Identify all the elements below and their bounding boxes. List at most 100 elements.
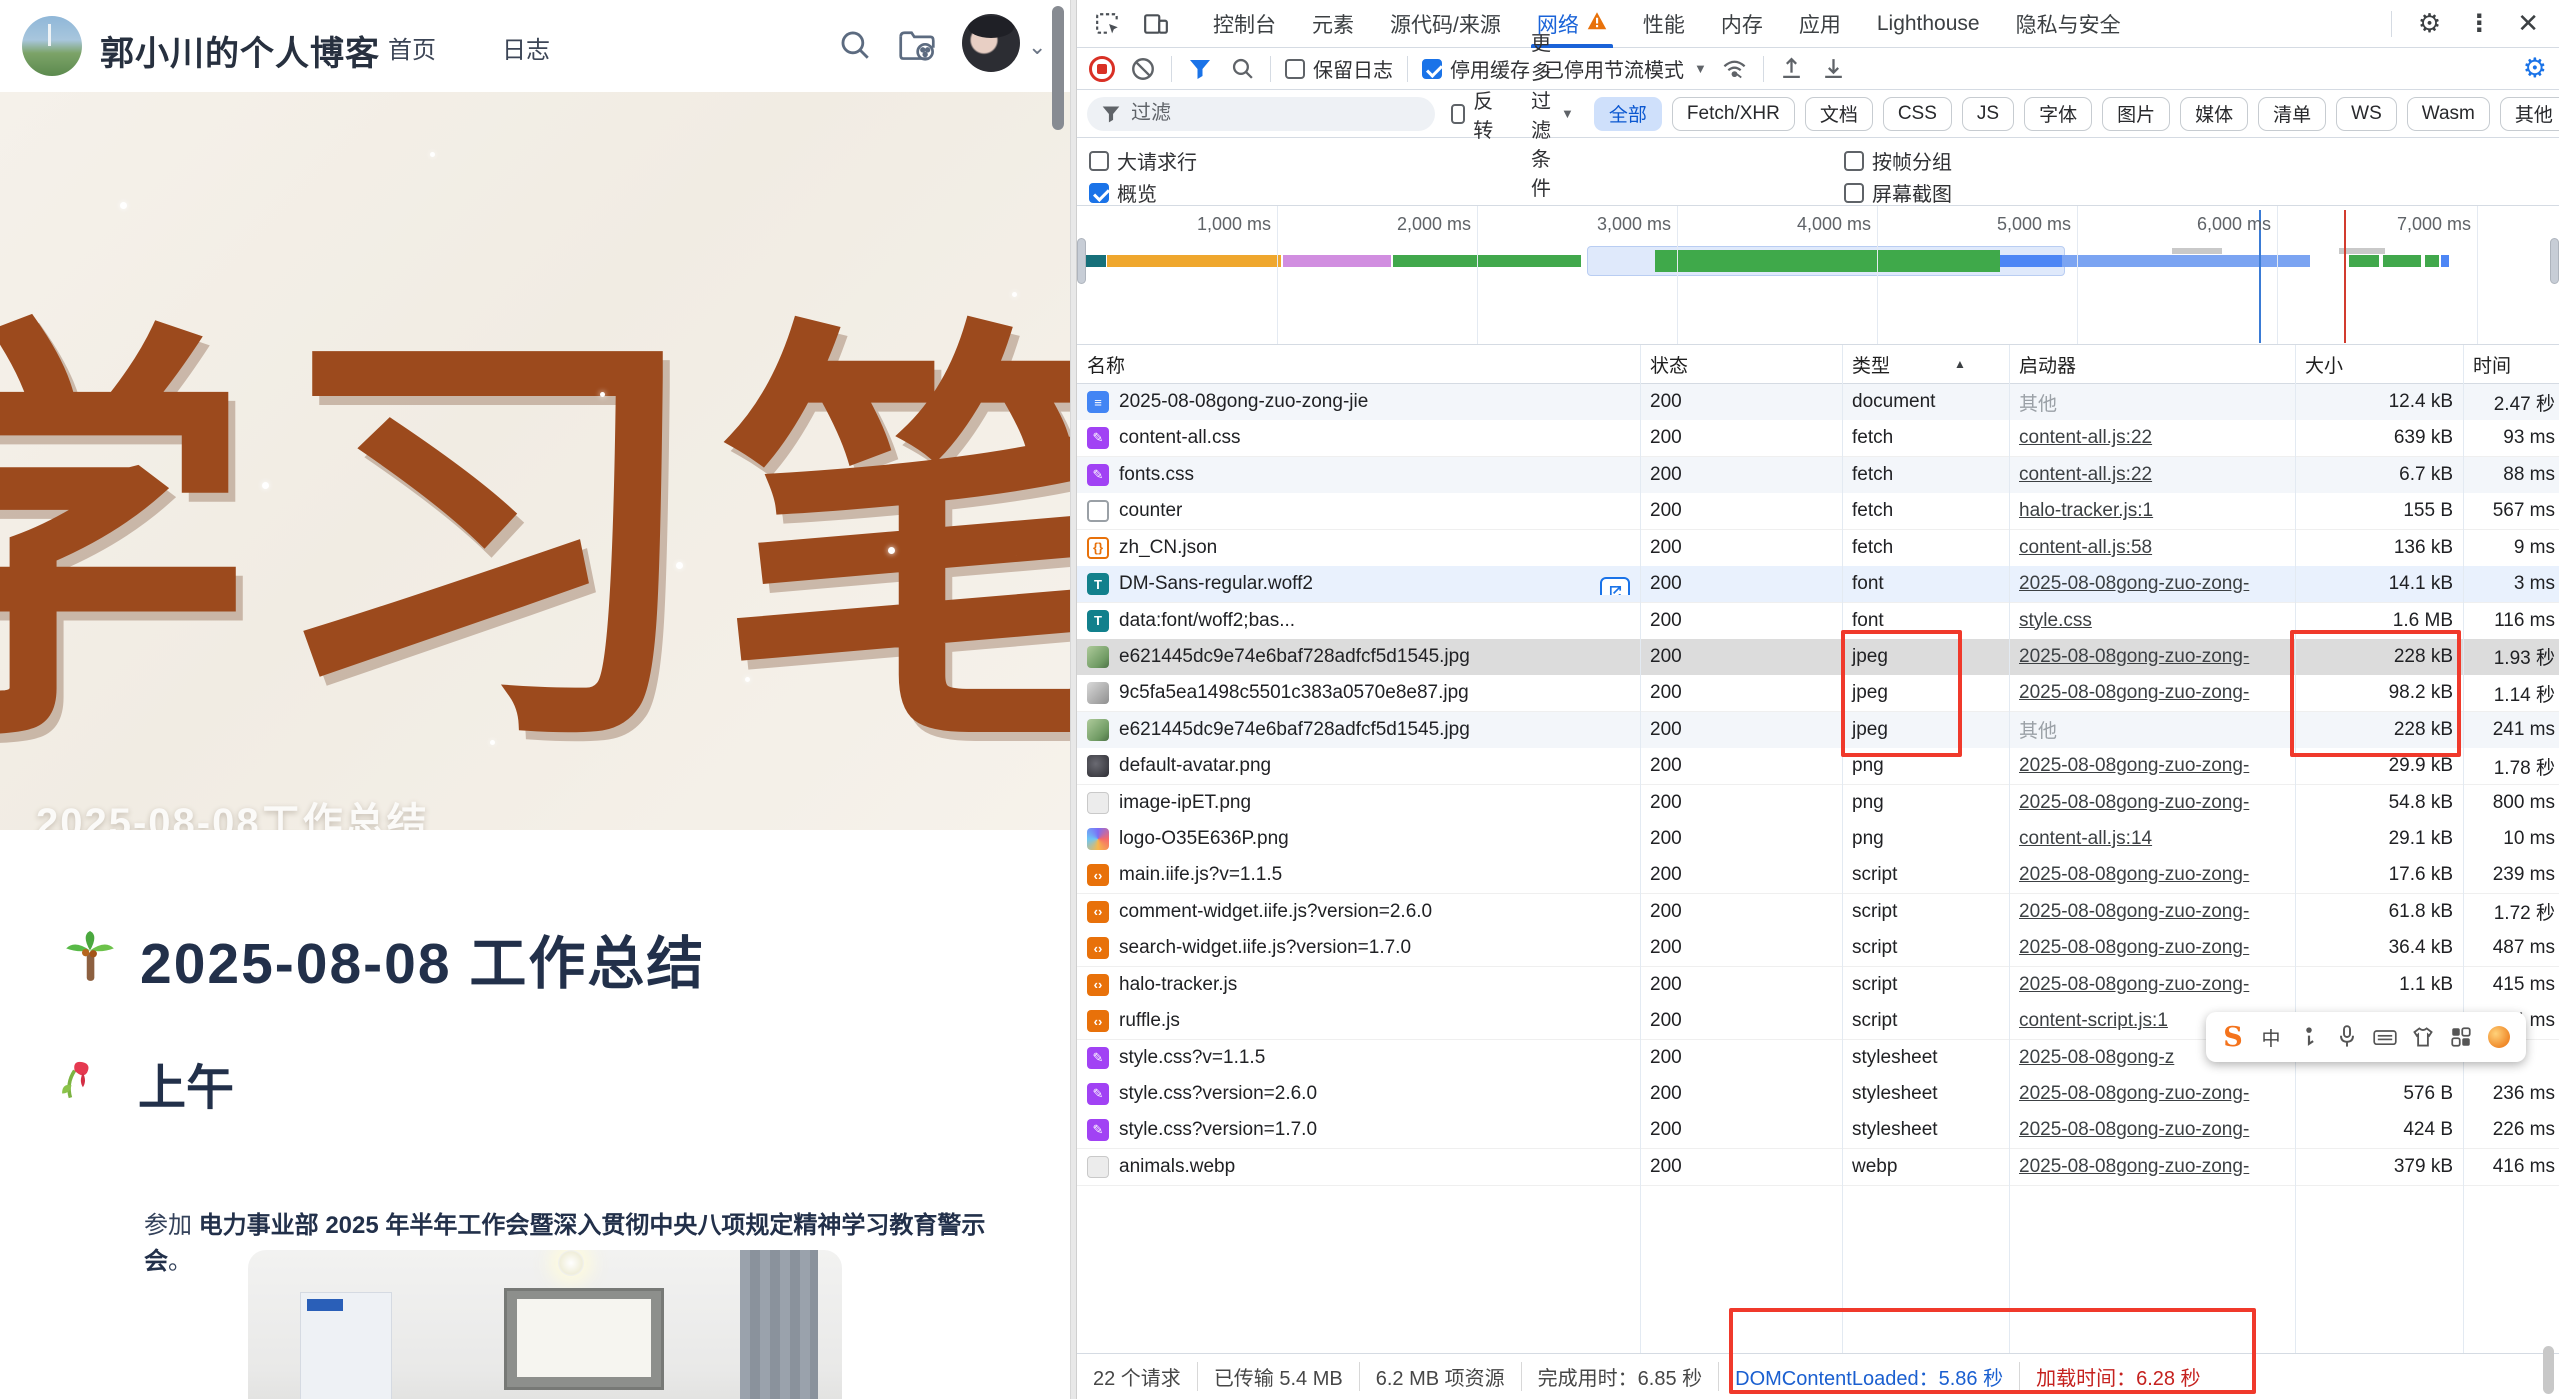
cursor-dots-icon[interactable]	[2295, 1023, 2323, 1051]
header-initiator[interactable]: 启动器	[2009, 351, 2295, 378]
initiator-cell[interactable]: 2025-08-08gong-zuo-zong-	[2009, 792, 2295, 814]
initiator-link[interactable]: style.css	[2019, 610, 2092, 631]
filter-chip-JS[interactable]: JS	[1962, 97, 2014, 131]
request-name-cell[interactable]: animals.webp	[1077, 1156, 1640, 1178]
toolbox-icon[interactable]	[2447, 1023, 2475, 1051]
user-avatar[interactable]	[962, 14, 1020, 72]
clear-network-log-icon[interactable]	[1129, 55, 1157, 83]
filter-chip-字体[interactable]: 字体	[2024, 97, 2092, 131]
initiator-link[interactable]: 2025-08-08gong-zuo-zong-	[2019, 792, 2249, 813]
initiator-link[interactable]: content-all.js:58	[2019, 537, 2152, 558]
request-row[interactable]: ✎style.css?version=1.7.0200stylesheet202…	[1077, 1112, 2559, 1149]
initiator-link[interactable]: content-all.js:22	[2019, 427, 2152, 448]
devtools-tab-元素[interactable]: 元素	[1294, 0, 1372, 48]
close-devtools-icon[interactable]: ✕	[2517, 8, 2539, 39]
initiator-cell[interactable]: content-all.js:22	[2009, 464, 2295, 486]
initiator-cell[interactable]: 其他	[2009, 716, 2295, 743]
initiator-cell[interactable]: 2025-08-08gong-zuo-zong-	[2009, 1119, 2295, 1141]
search-icon[interactable]	[838, 28, 874, 64]
initiator-link[interactable]: 2025-08-08gong-zuo-zong-	[2019, 1156, 2249, 1177]
preserve-log-checkbox[interactable]: 保留日志	[1285, 54, 1393, 83]
export-har-icon[interactable]	[1820, 55, 1848, 83]
filter-input[interactable]	[1131, 102, 1421, 125]
initiator-link[interactable]: content-all.js:22	[2019, 464, 2152, 485]
filter-icon[interactable]	[1186, 55, 1214, 83]
request-name-cell[interactable]: {}zh_CN.json	[1077, 537, 1640, 559]
request-row[interactable]: ‹›main.iife.js?v=1.1.5200script2025-08-0…	[1077, 857, 2559, 894]
initiator-link[interactable]: 2025-08-08gong-zuo-zong-	[2019, 573, 2249, 594]
import-har-icon[interactable]	[1778, 55, 1806, 83]
request-row[interactable]: animals.webp200webp2025-08-08gong-zuo-zo…	[1077, 1149, 2559, 1186]
filter-chip-清单[interactable]: 清单	[2258, 97, 2326, 131]
site-logo[interactable]	[22, 16, 82, 76]
overview-checkbox[interactable]: 概览	[1089, 178, 1157, 207]
reveal-request-button[interactable]	[1600, 577, 1630, 595]
nav-item-home[interactable]: 首页	[388, 30, 436, 65]
initiator-link[interactable]: 2025-08-08gong-zuo-zong-	[2019, 682, 2249, 703]
header-size[interactable]: 大小	[2295, 351, 2463, 378]
settings-gear-icon[interactable]: ⚙	[2418, 8, 2441, 39]
keyboard-icon[interactable]	[2371, 1023, 2399, 1051]
initiator-cell[interactable]: content-all.js:58	[2009, 537, 2295, 559]
devtools-tab-控制台[interactable]: 控制台	[1195, 0, 1294, 48]
request-row[interactable]: ✎style.css?version=2.6.0200stylesheet202…	[1077, 1076, 2559, 1113]
request-name-cell[interactable]: ✎style.css?v=1.1.5	[1077, 1047, 1640, 1069]
initiator-cell[interactable]: 2025-08-08gong-zuo-zong-	[2009, 901, 2295, 923]
request-name-cell[interactable]: ‹›comment-widget.iife.js?version=2.6.0	[1077, 901, 1640, 923]
header-name[interactable]: 名称	[1077, 351, 1640, 378]
initiator-link[interactable]: 2025-08-08gong-zuo-zong-	[2019, 901, 2249, 922]
network-conditions-icon[interactable]	[1721, 55, 1749, 83]
initiator-cell[interactable]: content-all.js:14	[2009, 828, 2295, 850]
request-row[interactable]: ✎fonts.css200fetchcontent-all.js:226.7 k…	[1077, 457, 2559, 494]
filter-chip-WS[interactable]: WS	[2336, 97, 2397, 131]
initiator-link[interactable]: 2025-08-08gong-zuo-zong-	[2019, 1119, 2249, 1140]
filter-chip-其他[interactable]: 其他	[2500, 97, 2559, 131]
blog-scrollbar-thumb[interactable]	[1052, 6, 1064, 130]
request-row[interactable]: {}zh_CN.json200fetchcontent-all.js:58136…	[1077, 530, 2559, 567]
filter-chip-文档[interactable]: 文档	[1805, 97, 1873, 131]
request-name-cell[interactable]: default-avatar.png	[1077, 755, 1640, 777]
filter-chip-Fetch/XHR[interactable]: Fetch/XHR	[1672, 97, 1795, 131]
initiator-cell[interactable]: 2025-08-08gong-zuo-zong-	[2009, 864, 2295, 886]
request-name-cell[interactable]: logo-O35E636P.png	[1077, 828, 1640, 850]
column-separator[interactable]	[2295, 345, 2296, 1353]
request-name-cell[interactable]: ✎style.css?version=1.7.0	[1077, 1119, 1640, 1141]
filter-chip-CSS[interactable]: CSS	[1883, 97, 1952, 131]
search-network-icon[interactable]	[1228, 55, 1256, 83]
initiator-cell[interactable]: content-all.js:22	[2009, 427, 2295, 449]
overview-left-handle[interactable]	[1077, 238, 1086, 284]
group-by-frame-checkbox[interactable]: 按帧分组	[1844, 146, 1952, 175]
request-row[interactable]: image-ipET.png200png2025-08-08gong-zuo-z…	[1077, 785, 2559, 822]
filter-chip-媒体[interactable]: 媒体	[2180, 97, 2248, 131]
column-separator[interactable]	[1842, 345, 1843, 1353]
filter-chip-全部[interactable]: 全部	[1594, 97, 1662, 131]
network-settings-gear-icon[interactable]: ⚙	[2523, 53, 2547, 84]
inspect-element-icon[interactable]	[1091, 7, 1125, 41]
initiator-cell[interactable]: 2025-08-08gong-zuo-zong-	[2009, 755, 2295, 777]
column-separator[interactable]	[1640, 345, 1641, 1353]
initiator-cell[interactable]: halo-tracker.js:1	[2009, 500, 2295, 522]
initiator-link[interactable]: content-all.js:14	[2019, 828, 2152, 849]
request-row[interactable]: counter200fetchhalo-tracker.js:1155 B567…	[1077, 493, 2559, 530]
request-row[interactable]: ✎content-all.css200fetchcontent-all.js:2…	[1077, 420, 2559, 457]
filter-input-pill[interactable]	[1087, 97, 1435, 131]
initiator-cell[interactable]: 2025-08-08gong-zuo-zong-	[2009, 1083, 2295, 1105]
nav-item-logs[interactable]: 日志	[502, 30, 550, 65]
request-name-cell[interactable]: ✎style.css?version=2.6.0	[1077, 1083, 1640, 1105]
initiator-link[interactable]: 2025-08-08gong-zuo-zong-	[2019, 755, 2249, 776]
initiator-cell[interactable]: 2025-08-08gong-zuo-zong-	[2009, 573, 2295, 595]
request-row[interactable]: TDM-Sans-regular.woff2200font2025-08-08g…	[1077, 566, 2559, 603]
filter-chip-图片[interactable]: 图片	[2102, 97, 2170, 131]
initiator-cell[interactable]: 2025-08-08gong-zuo-zong-	[2009, 646, 2295, 668]
request-name-cell[interactable]: TDM-Sans-regular.woff2	[1077, 573, 1640, 595]
header-time[interactable]: 时间	[2463, 351, 2559, 378]
devtools-tab-源代码/来源[interactable]: 源代码/来源	[1372, 0, 1519, 48]
devtools-tab-隐私与安全[interactable]: 隐私与安全	[1998, 0, 2139, 48]
initiator-link[interactable]: 2025-08-08gong-zuo-zong-	[2019, 646, 2249, 667]
initiator-cell[interactable]: style.css	[2009, 610, 2295, 632]
initiator-link[interactable]: content-script.js:1	[2019, 1010, 2168, 1031]
request-name-cell[interactable]: 9c5fa5ea1498c5501c383a0570e8e87.jpg	[1077, 682, 1640, 704]
request-name-cell[interactable]: image-ipET.png	[1077, 792, 1640, 814]
disable-cache-checkbox[interactable]: 停用缓存	[1422, 54, 1530, 83]
devtools-tab-Lighthouse[interactable]: Lighthouse	[1859, 0, 1998, 48]
